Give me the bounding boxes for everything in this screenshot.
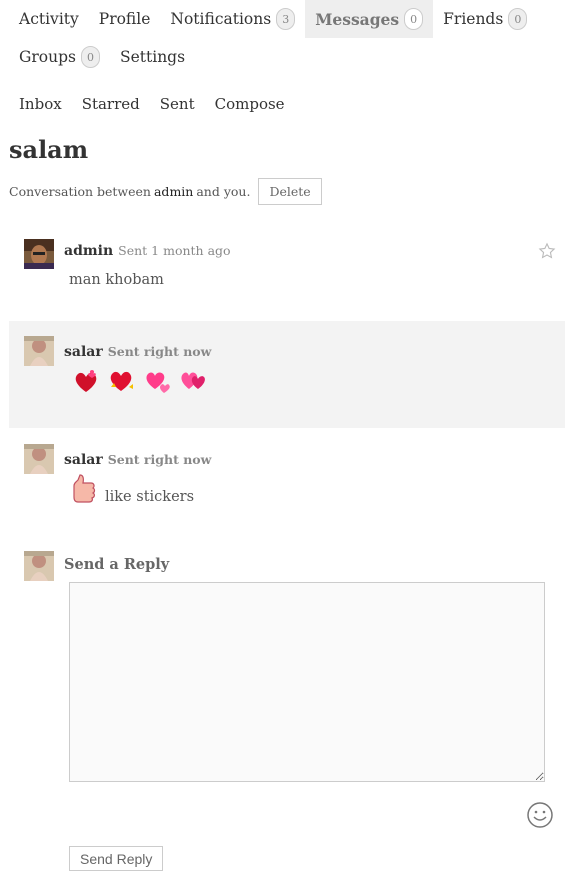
nav-notifications[interactable]: Notifications 3: [160, 0, 305, 38]
smiley-icon[interactable]: [526, 801, 554, 829]
nav-profile[interactable]: Profile: [89, 0, 161, 38]
nav-label: Settings: [119, 48, 186, 66]
nav-friends[interactable]: Friends 0: [433, 0, 537, 38]
thumbs-up-sticker-icon: [70, 473, 98, 505]
nav-label: Groups: [19, 48, 76, 66]
nav-label: Activity: [19, 10, 79, 28]
messages-count-badge: 0: [404, 8, 424, 30]
reply-textarea[interactable]: [69, 582, 545, 782]
message-author[interactable]: salar: [64, 452, 103, 468]
thread-meta: Conversation between admin and you. Dele…: [9, 178, 322, 205]
admin-avatar[interactable]: [24, 239, 54, 269]
nav-label: Profile: [98, 10, 151, 28]
message-timestamp: Sent 1 month ago: [118, 243, 231, 258]
nav-row-2: Groups 0 Settings: [0, 38, 565, 76]
meta-user-link[interactable]: admin: [154, 184, 193, 199]
heart-sticker-icon: [107, 367, 135, 395]
message-header: admin Sent 1 month ago: [64, 243, 231, 259]
subnav-sent[interactable]: Sent: [150, 86, 205, 122]
nav-label: Messages: [315, 9, 400, 29]
message-body: like stickers: [105, 489, 195, 505]
reply-heading: Send a Reply: [64, 556, 170, 573]
heart-sticker-icon: [179, 367, 207, 395]
message-item: admin Sent 1 month ago man khobam: [9, 224, 565, 320]
meta-suffix: and you.: [196, 184, 251, 199]
subnav-inbox[interactable]: Inbox: [0, 86, 72, 122]
message-body: man khobam: [69, 272, 164, 288]
current-user-avatar[interactable]: [24, 551, 54, 581]
notifications-count-badge: 3: [276, 8, 296, 30]
nav-messages[interactable]: Messages 0: [305, 0, 434, 38]
salar-avatar[interactable]: [24, 444, 54, 474]
main-navigation: Activity Profile Notifications 3 Messages…: [0, 0, 565, 76]
salar-avatar[interactable]: [24, 336, 54, 366]
nav-settings[interactable]: Settings: [110, 38, 195, 76]
nav-activity[interactable]: Activity: [0, 0, 89, 38]
message-author[interactable]: admin: [64, 243, 113, 259]
nav-label: Notifications: [170, 10, 272, 28]
meta-prefix: Conversation between: [9, 184, 151, 199]
subnav-starred[interactable]: Starred: [72, 86, 150, 122]
nav-label: Friends: [443, 10, 504, 28]
star-icon[interactable]: [538, 242, 556, 260]
thread-title: salam: [9, 135, 89, 164]
groups-count-badge: 0: [80, 46, 100, 68]
message-timestamp: Sent right now: [107, 344, 212, 359]
delete-button[interactable]: Delete: [258, 178, 322, 205]
heart-sticker-icon: [72, 367, 100, 395]
send-reply-button[interactable]: Send Reply: [69, 846, 164, 871]
message-header: salar Sent right now: [64, 452, 211, 468]
messages-sub-navigation: Inbox Starred Sent Compose: [0, 86, 295, 122]
friends-count-badge: 0: [508, 8, 528, 30]
message-item: salar Sent right now like stickers: [9, 429, 565, 529]
nav-groups[interactable]: Groups 0: [0, 38, 110, 76]
subnav-compose[interactable]: Compose: [205, 86, 295, 122]
message-author[interactable]: salar: [64, 344, 103, 360]
message-timestamp: Sent right now: [107, 452, 212, 467]
nav-row-1: Activity Profile Notifications 3 Messages…: [0, 0, 565, 38]
message-header: salar Sent right now: [64, 344, 211, 360]
heart-sticker-icon: [143, 367, 171, 395]
message-item: salar Sent right now: [9, 321, 565, 428]
